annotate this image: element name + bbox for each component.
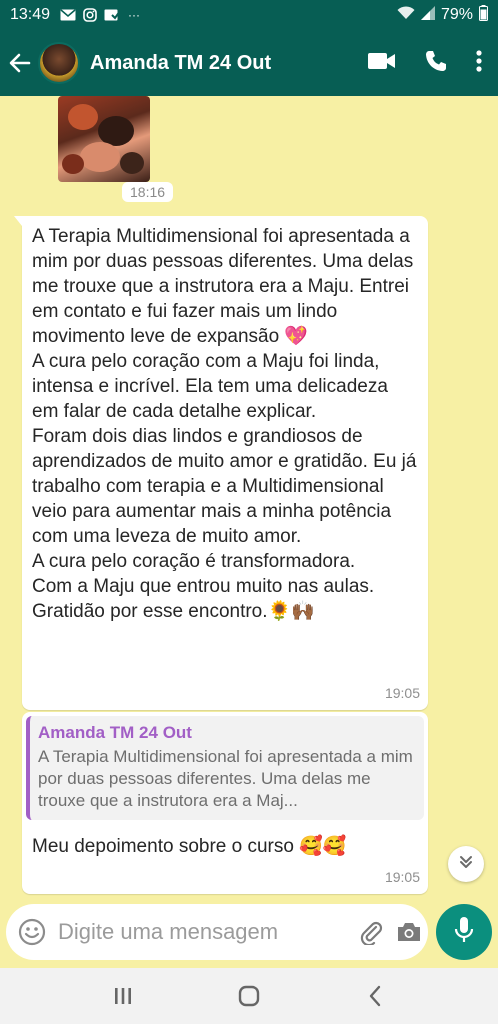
wifi-icon	[397, 5, 415, 25]
mic-button[interactable]	[436, 904, 492, 960]
status-bar: 13:49 ··· 79%	[0, 0, 498, 30]
instagram-icon	[82, 8, 98, 22]
message-paragraph: A cura pelo coração com a Maju foi linda…	[32, 351, 388, 422]
more-vert-icon[interactable]	[476, 49, 482, 77]
chat-header: Amanda TM 24 Out	[0, 30, 498, 96]
image-timestamp: 18:16	[122, 182, 174, 202]
camera-icon[interactable]	[396, 917, 422, 947]
message-paragraph: Com a Maju que entrou muito nas aulas.	[32, 576, 375, 597]
message-paragraph: Gratidão por esse encontro.🌻🙌🏾	[32, 601, 315, 622]
phone-icon[interactable]	[424, 49, 448, 78]
message-composer	[0, 900, 498, 964]
recents-icon[interactable]	[103, 976, 143, 1016]
emoji-icon[interactable]	[18, 918, 46, 946]
home-icon[interactable]	[229, 976, 269, 1016]
video-call-icon[interactable]	[368, 51, 396, 76]
message-paragraph: Foram dois dias lindos e grandiosos de a…	[32, 426, 417, 547]
attach-icon[interactable]	[358, 917, 384, 947]
message-timestamp: 19:05	[384, 869, 420, 885]
message-timestamp: 19:05	[384, 685, 420, 701]
system-nav-bar	[0, 968, 498, 1024]
reply-message-bubble[interactable]: Amanda TM 24 Out A Terapia Multidimensio…	[22, 712, 428, 894]
quoted-author: Amanda TM 24 Out	[38, 723, 192, 742]
message-bubble[interactable]: A Terapia Multidimensional foi apresenta…	[14, 216, 428, 710]
chat-area[interactable]: 18:16 A Terapia Multidimensional foi apr…	[0, 96, 498, 900]
mail-check-icon	[104, 8, 121, 22]
mail-icon	[60, 8, 76, 22]
message-paragraph: A cura pelo coração é transformadora.	[32, 551, 356, 572]
double-chevron-down-icon	[458, 854, 474, 875]
more-notifications-indicator: ···	[128, 8, 141, 22]
quoted-text: A Terapia Multidimensional foi apresenta…	[38, 747, 413, 810]
back-icon[interactable]	[355, 976, 395, 1016]
status-time: 13:49	[10, 6, 51, 23]
avatar[interactable]	[38, 42, 80, 84]
mic-icon	[454, 916, 474, 949]
image-message[interactable]	[58, 96, 150, 182]
quoted-message[interactable]: Amanda TM 24 Out A Terapia Multidimensio…	[26, 716, 424, 820]
battery-icon	[479, 4, 488, 26]
message-input-container[interactable]	[6, 904, 428, 960]
back-arrow-icon[interactable]	[8, 51, 32, 75]
battery-percent: 79%	[440, 6, 473, 23]
message-paragraph: A Terapia Multidimensional foi apresenta…	[32, 226, 414, 347]
reply-text: Meu depoimento sobre o curso 🥰🥰	[32, 836, 347, 857]
scroll-to-bottom-button[interactable]	[448, 846, 484, 882]
message-input[interactable]	[58, 919, 346, 945]
contact-name[interactable]: Amanda TM 24 Out	[90, 52, 368, 75]
signal-icon	[420, 5, 435, 25]
